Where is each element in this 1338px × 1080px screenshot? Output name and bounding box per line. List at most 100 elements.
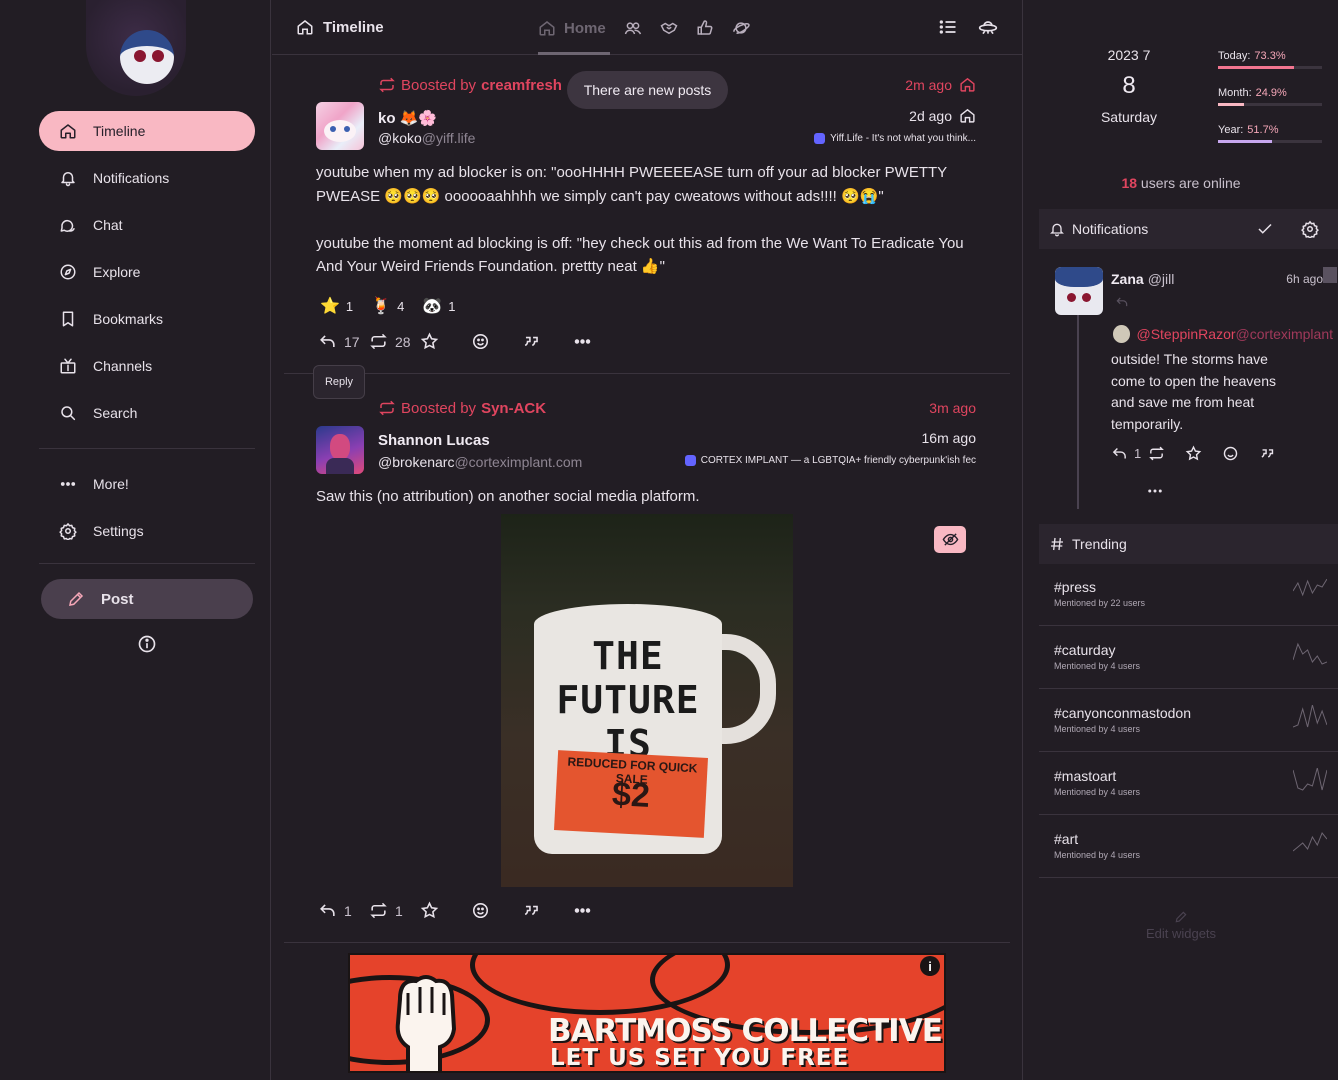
trend-item[interactable]: #mastoart Mentioned by 4 users bbox=[1039, 752, 1338, 815]
edit-widgets-button[interactable]: Edit widgets bbox=[1023, 910, 1338, 941]
trend-tag: #press bbox=[1054, 579, 1097, 595]
favourite-button[interactable] bbox=[420, 332, 471, 351]
users-icon bbox=[624, 22, 641, 35]
tab-social[interactable] bbox=[660, 19, 678, 37]
list-icon[interactable] bbox=[938, 17, 958, 37]
reply-button[interactable]: 17 bbox=[318, 332, 369, 351]
handshake-icon bbox=[660, 22, 678, 35]
trend-item[interactable]: #caturday Mentioned by 4 users bbox=[1039, 626, 1338, 689]
favourite-button[interactable] bbox=[420, 901, 471, 920]
home-icon bbox=[297, 20, 313, 35]
nav-item-settings[interactable]: Settings bbox=[39, 511, 255, 551]
boost-line: Boosted by Syn-ACK bbox=[378, 399, 546, 417]
reaction-star[interactable]: ⭐ 1 bbox=[320, 296, 353, 316]
nav-item-bookmarks[interactable]: Bookmarks bbox=[39, 299, 255, 339]
home-visibility-icon bbox=[960, 108, 975, 123]
reaction-drink[interactable]: 🍹 4 bbox=[371, 296, 404, 316]
emoji-react-button[interactable] bbox=[1222, 445, 1259, 462]
booster-name[interactable]: creamfresh bbox=[481, 77, 562, 94]
nav-label: Settings bbox=[93, 523, 144, 539]
notification-item[interactable]: Zana @jill 6h ago @SteppinRazor @corteximp… bbox=[1039, 249, 1338, 513]
quote-button[interactable] bbox=[522, 332, 573, 351]
online-text: users are online bbox=[1140, 175, 1241, 191]
nav-item-timeline[interactable]: Timeline bbox=[39, 111, 255, 151]
tab-recommended[interactable] bbox=[696, 19, 714, 37]
progress-bar bbox=[1218, 66, 1322, 69]
instance-ticker[interactable]: CORTEX IMPLANT — a LGBTQIA+ friendly cyb… bbox=[684, 455, 976, 466]
notification-author[interactable]: Zana @jill bbox=[1111, 271, 1174, 287]
ad-banner[interactable]: BARTMOSS COLLECTIVE LET US SET YOU FREE … bbox=[348, 953, 946, 1073]
gear-icon bbox=[59, 523, 77, 540]
account-handle[interactable]: @koko@yiff.life bbox=[378, 130, 475, 146]
new-posts-indicator[interactable]: There are new posts bbox=[567, 71, 728, 109]
user-avatar[interactable] bbox=[86, 0, 186, 96]
favourite-button[interactable] bbox=[1185, 445, 1222, 462]
nav-item-channels[interactable]: Channels bbox=[39, 346, 255, 386]
trend-item[interactable]: #press Mentioned by 22 users bbox=[1039, 563, 1338, 626]
scrollbar-thumb[interactable] bbox=[1323, 267, 1337, 283]
post-time[interactable]: 16m ago bbox=[922, 430, 976, 446]
trend-item[interactable]: #canyonconmastodon Mentioned by 4 users bbox=[1039, 689, 1338, 752]
status-divider bbox=[284, 373, 1010, 374]
boost-time[interactable]: 3m ago bbox=[929, 400, 976, 416]
avatar[interactable] bbox=[1055, 267, 1103, 315]
nav-item-chat[interactable]: Chat bbox=[39, 205, 255, 245]
account-handle[interactable]: @brokenarc@corteximplant.com bbox=[378, 454, 582, 470]
more-icon[interactable] bbox=[1146, 485, 1164, 497]
account-avatar[interactable] bbox=[316, 102, 364, 150]
booster-name[interactable]: Syn-ACK bbox=[481, 400, 546, 417]
more-button[interactable] bbox=[573, 901, 624, 920]
trend-item[interactable]: #art Mentioned by 4 users bbox=[1039, 815, 1338, 878]
reply-button[interactable]: 1 bbox=[1111, 445, 1148, 462]
emoji-react-button[interactable] bbox=[471, 332, 522, 351]
account-avatar[interactable] bbox=[316, 426, 364, 474]
more-button[interactable] bbox=[573, 332, 624, 351]
tab-global[interactable] bbox=[732, 19, 750, 37]
trend-tag: #mastoart bbox=[1054, 768, 1117, 784]
tab-local[interactable] bbox=[624, 19, 642, 37]
thumbs-up-icon bbox=[697, 20, 713, 35]
post-button[interactable]: Post bbox=[41, 579, 253, 619]
account-display-name[interactable]: Shannon Lucas bbox=[378, 432, 490, 449]
boost-button[interactable] bbox=[1148, 445, 1185, 462]
mention-line[interactable]: @SteppinRazor @corteximplant bbox=[1113, 325, 1333, 343]
reaction-emoji: ⭐ bbox=[320, 298, 340, 315]
status-content: Saw this (no attribution) on another soc… bbox=[316, 485, 980, 509]
instance-ticker[interactable]: Yiff.Life - It's not what you think... bbox=[814, 133, 976, 144]
reply-icon bbox=[320, 904, 335, 917]
quote-button[interactable] bbox=[1259, 445, 1296, 462]
left-sidebar: Timeline Notifications Chat Explore Book… bbox=[0, 0, 271, 1080]
trend-tag: #art bbox=[1054, 831, 1079, 847]
ufo-icon[interactable] bbox=[978, 17, 998, 37]
gear-icon[interactable] bbox=[1301, 220, 1319, 238]
check-icon[interactable] bbox=[1256, 220, 1274, 238]
reaction-custom[interactable]: 🐼 1 bbox=[422, 296, 455, 316]
notification-time: 6h ago bbox=[1286, 272, 1323, 286]
info-icon[interactable]: i bbox=[920, 956, 940, 976]
nav-label: Notifications bbox=[93, 170, 170, 186]
nav-item-explore[interactable]: Explore bbox=[39, 252, 255, 292]
boost-button[interactable]: 1 bbox=[369, 901, 420, 920]
fist-icon bbox=[395, 975, 457, 1071]
media-attachment[interactable]: THE FUTURE IS REDUCED FOR QUICK SALE $2 bbox=[501, 514, 793, 887]
tab-home[interactable]: Home bbox=[538, 19, 606, 37]
sparkline-icon bbox=[1293, 642, 1327, 665]
account-display-name[interactable]: ko 🦊🌸 bbox=[378, 109, 437, 127]
avatar-eye bbox=[152, 50, 164, 62]
quote-button[interactable] bbox=[522, 901, 573, 920]
nav-label: Bookmarks bbox=[93, 311, 164, 327]
info-icon[interactable] bbox=[137, 634, 157, 654]
planet-icon bbox=[732, 22, 750, 34]
emoji-react-button[interactable] bbox=[471, 901, 522, 920]
reply-button[interactable]: 1 bbox=[318, 901, 369, 920]
boost-button[interactable]: 28 bbox=[369, 332, 420, 351]
hide-media-button[interactable] bbox=[934, 526, 966, 553]
boost-time[interactable]: 2m ago bbox=[905, 76, 976, 93]
tab-home-label: Home bbox=[564, 19, 606, 37]
handle-domain: @corteximplant.com bbox=[454, 454, 583, 470]
nav-item-more[interactable]: More! bbox=[39, 464, 255, 504]
trend-meta: Mentioned by 4 users bbox=[1054, 661, 1141, 671]
nav-item-notifications[interactable]: Notifications bbox=[39, 158, 255, 198]
nav-item-search[interactable]: Search bbox=[39, 393, 255, 433]
post-time[interactable]: 2d ago bbox=[909, 107, 976, 124]
